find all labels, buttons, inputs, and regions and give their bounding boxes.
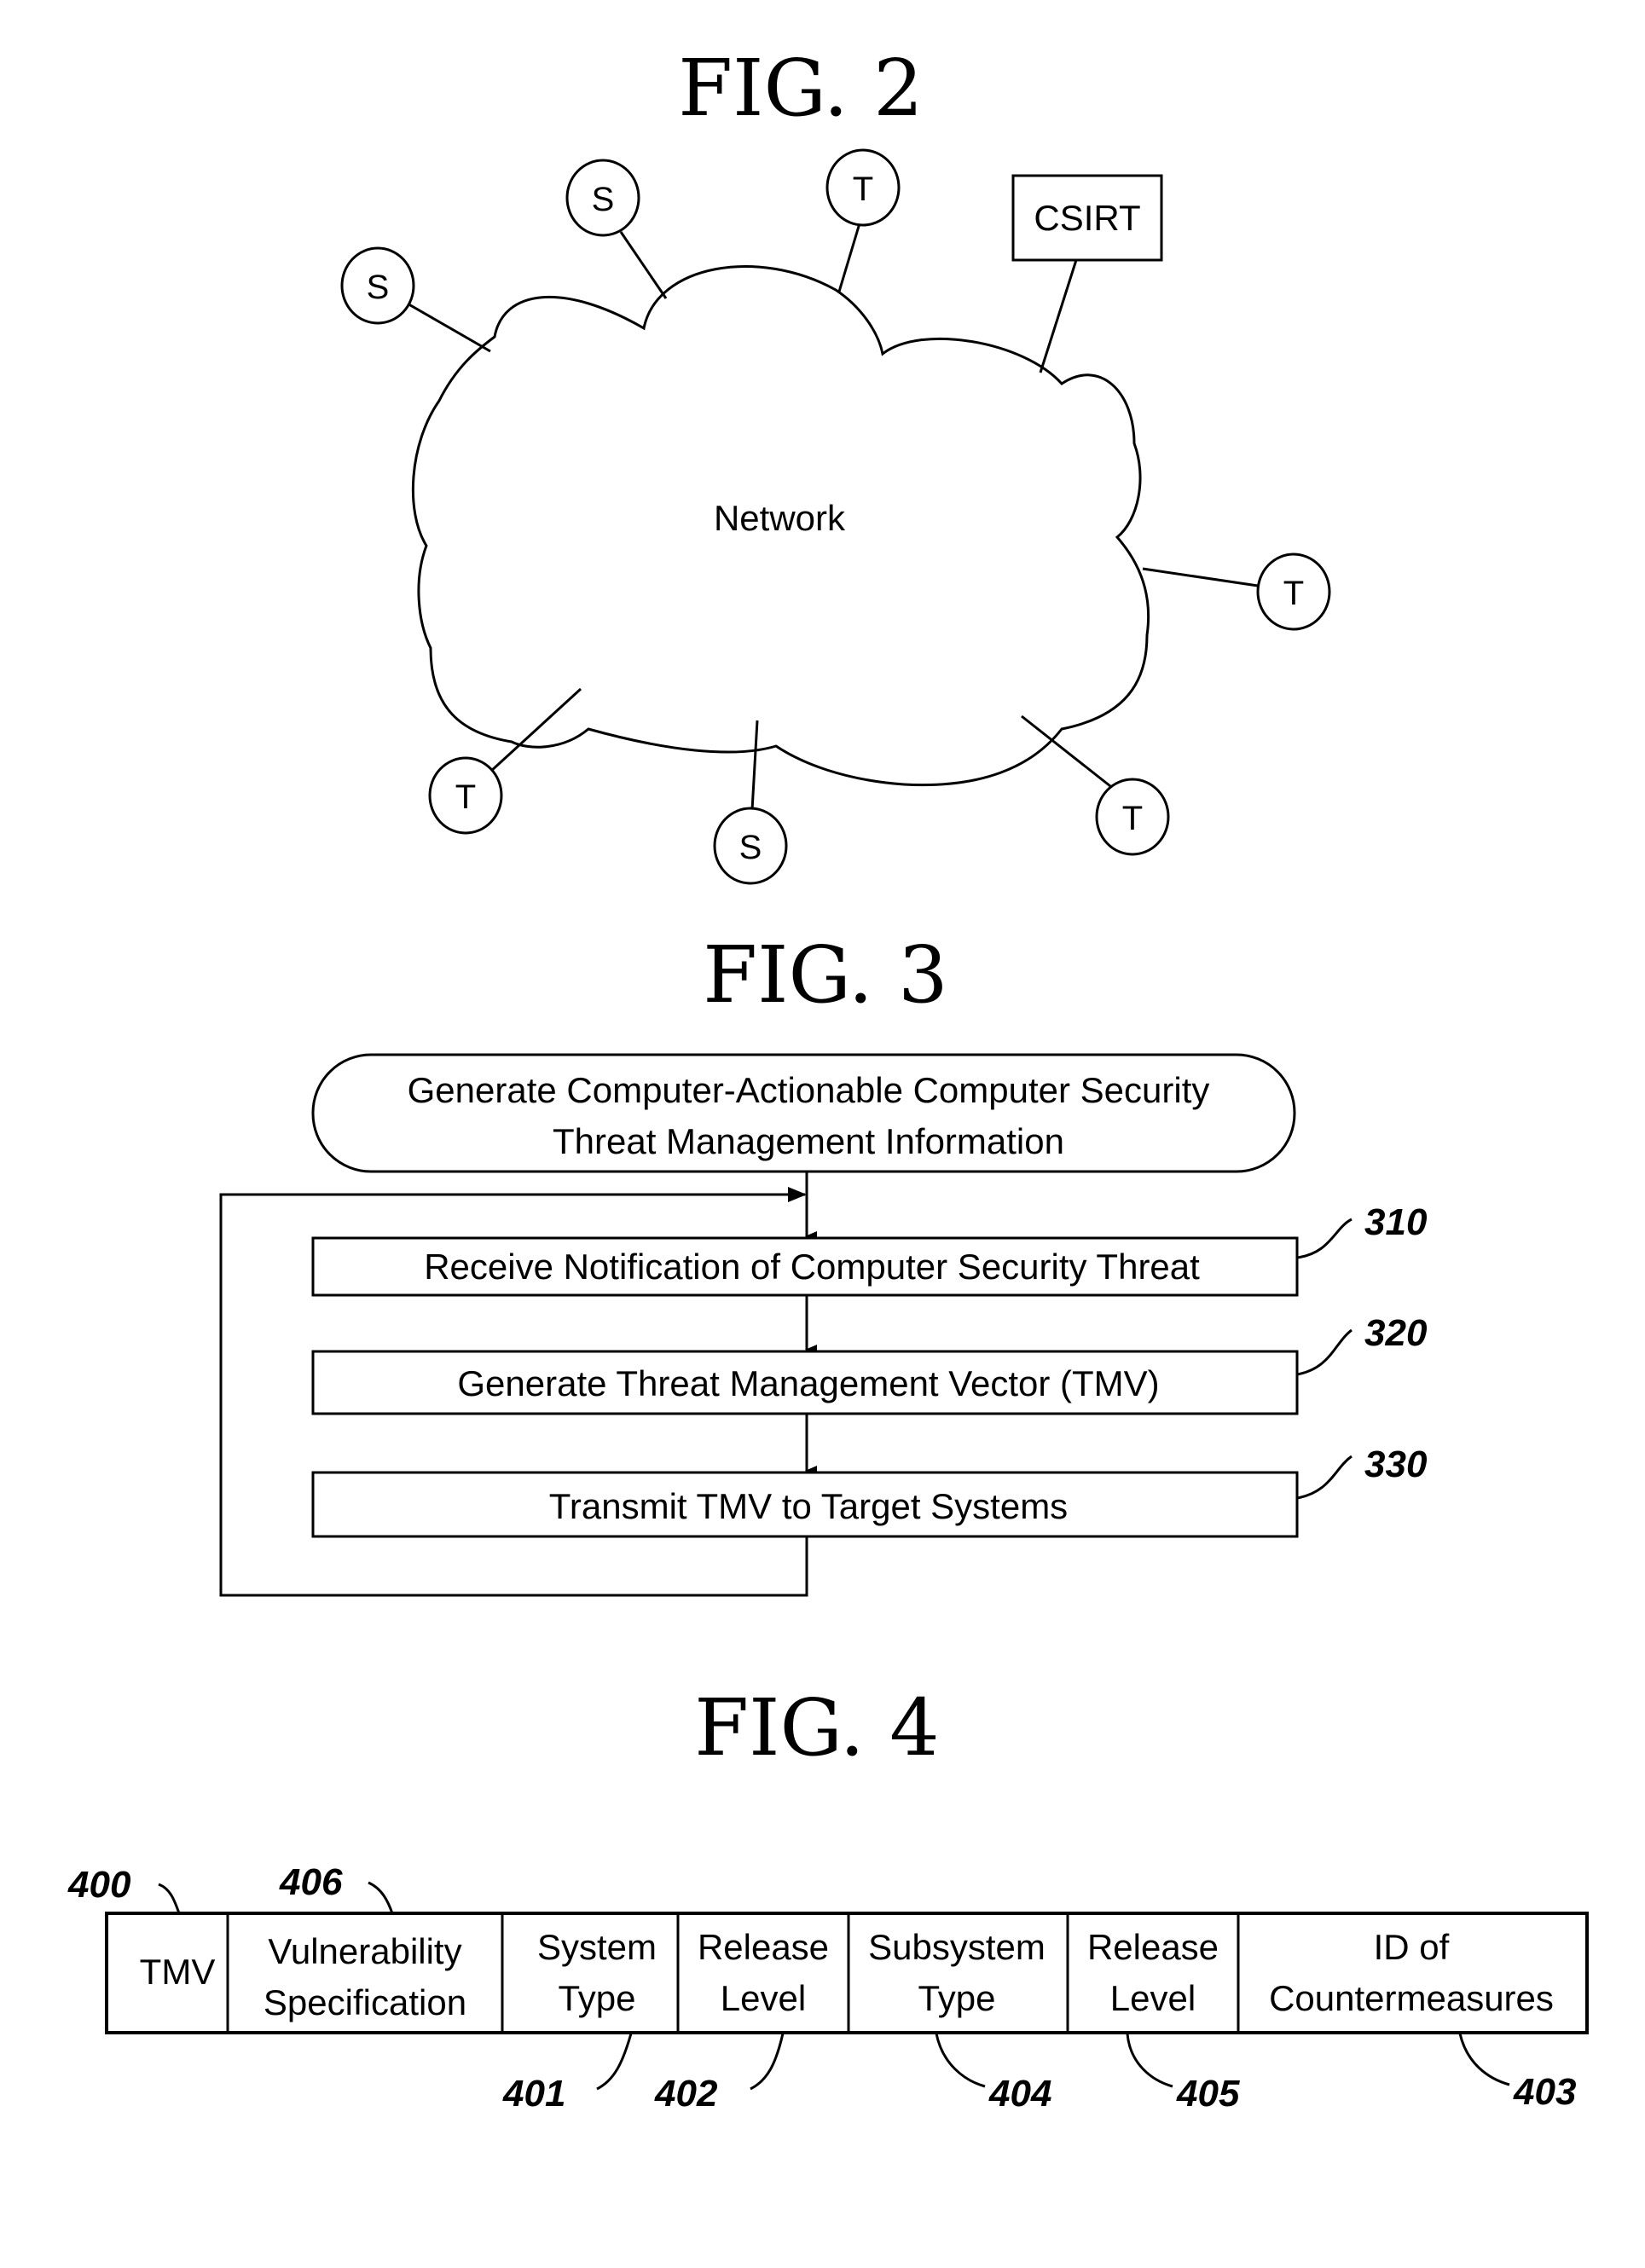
svg-text:Release: Release	[1087, 1927, 1219, 1967]
svg-text:Type: Type	[558, 1978, 635, 2018]
node-target: T	[1256, 553, 1331, 631]
start-line2: Threat Management Information	[553, 1121, 1064, 1161]
link-line	[619, 231, 668, 299]
ref-402: 402	[654, 2073, 718, 2115]
network-label: Network	[714, 498, 846, 538]
ref-400: 400	[67, 1864, 131, 1906]
ref-404: 404	[988, 2073, 1051, 2115]
link-line	[837, 223, 861, 292]
svg-text:Type: Type	[918, 1978, 995, 2018]
fig2: FIG. 2 Network S S T CSIRT T T S T	[340, 43, 1331, 885]
node-csirt: CSIRT	[1011, 174, 1163, 262]
node-source: S	[565, 159, 640, 237]
leader-line	[596, 2033, 633, 2091]
link-line	[489, 687, 582, 773]
svg-text:Level: Level	[1110, 1978, 1196, 2018]
fig3-title: FIG. 3	[703, 929, 947, 1021]
fig4: FIG. 4 TMV Vulnerability Specification S…	[67, 1682, 1589, 2115]
flow-step-310: Receive Notification of Computer Securit…	[311, 1201, 1428, 1297]
flow-start-terminator: Generate Computer-Actionable Computer Se…	[311, 1053, 1296, 1173]
leader-line	[368, 1881, 394, 1914]
svg-text:T: T	[1283, 575, 1304, 612]
fig2-title: FIG. 2	[678, 43, 923, 134]
patent-figures-sheet: FIG. 2 Network S S T CSIRT T T S T FIG. …	[67, 43, 1589, 2115]
ref-403: 403	[1513, 2071, 1576, 2113]
svg-text:System: System	[537, 1927, 657, 1967]
ref-401: 401	[502, 2073, 565, 2115]
flow-step-330: Transmit TMV to Target Systems 330	[311, 1444, 1428, 1538]
ref-405: 405	[1176, 2073, 1240, 2115]
ref-406: 406	[279, 1861, 343, 1903]
leader-line	[158, 1883, 181, 1914]
node-target: T	[825, 148, 901, 227]
svg-text:Release: Release	[698, 1927, 829, 1967]
fig3: FIG. 3 Generate Computer-Actionable Comp…	[219, 929, 1428, 1597]
svg-text:Receive Notification of Comput: Receive Notification of Computer Securit…	[424, 1247, 1200, 1287]
start-line1: Generate Computer-Actionable Computer Se…	[408, 1070, 1210, 1110]
svg-text:Generate Threat Management Vec: Generate Threat Management Vector (TMV)	[457, 1363, 1159, 1403]
svg-text:T: T	[853, 171, 873, 208]
link-line	[1039, 259, 1078, 373]
link-line	[750, 720, 759, 811]
link-line	[1021, 715, 1111, 788]
tmv-record-table: TMV Vulnerability Specification System T…	[105, 1912, 1589, 2034]
fig4-title: FIG. 4	[694, 1682, 939, 1773]
flow-step-320: Generate Threat Management Vector (TMV) …	[311, 1312, 1428, 1415]
ref-330: 330	[1364, 1444, 1428, 1485]
node-target: T	[1095, 778, 1170, 856]
node-target: T	[428, 756, 503, 835]
svg-text:Vulnerability: Vulnerability	[268, 1931, 461, 1971]
svg-text:Level: Level	[721, 1978, 806, 2018]
leader-line	[935, 2033, 986, 2088]
link-line	[1142, 567, 1259, 587]
leader-line	[750, 2033, 785, 2091]
svg-text:Transmit TMV to Target Systems: Transmit TMV to Target Systems	[549, 1486, 1068, 1526]
svg-text:ID of: ID of	[1374, 1927, 1450, 1967]
svg-text:T: T	[455, 778, 476, 816]
field-tmv: TMV	[140, 1952, 216, 1992]
leader-line	[1126, 2033, 1173, 2088]
svg-text:TMV: TMV	[140, 1952, 216, 1992]
svg-text:Subsystem: Subsystem	[868, 1927, 1046, 1967]
svg-text:CSIRT: CSIRT	[1034, 198, 1140, 238]
svg-text:S: S	[739, 829, 762, 866]
svg-text:Specification: Specification	[264, 1982, 466, 2022]
svg-text:S: S	[592, 181, 615, 218]
svg-text:Countermeasures: Countermeasures	[1269, 1978, 1554, 2018]
ref-310: 310	[1364, 1201, 1428, 1243]
link-line	[405, 301, 491, 353]
ref-320: 320	[1364, 1312, 1428, 1354]
leader-line	[1458, 2033, 1510, 2086]
svg-text:T: T	[1122, 800, 1143, 837]
node-source: S	[713, 807, 788, 885]
svg-text:S: S	[367, 269, 390, 306]
node-source: S	[340, 246, 415, 325]
